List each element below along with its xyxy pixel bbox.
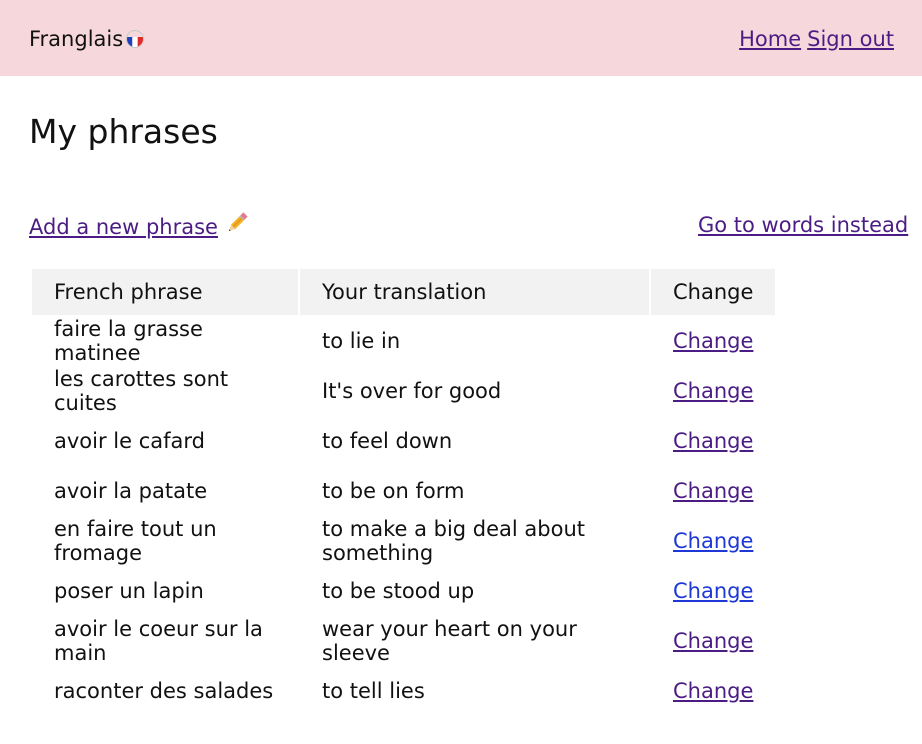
- add-phrase-row: Add a new phrase: [29, 210, 250, 244]
- french-phrase-cell: poser un lapin: [54, 579, 204, 603]
- change-cell: Change: [651, 467, 775, 515]
- phrases-table: French phrase Your translation Change fa…: [30, 267, 777, 717]
- page-title: My phrases: [29, 112, 218, 151]
- go-to-words-link[interactable]: Go to words instead: [698, 213, 908, 237]
- french-phrase-cell: faire la grasse matinee: [54, 317, 203, 365]
- table-row: en faire tout un fromage to make a big d…: [32, 517, 775, 565]
- french-phrase-cell: les carottes sont cuites: [54, 367, 229, 415]
- change-cell: Change: [651, 367, 775, 415]
- change-cell: Change: [651, 317, 775, 365]
- change-link[interactable]: Change: [673, 629, 753, 653]
- france-flag-icon: [127, 31, 144, 47]
- change-link[interactable]: Change: [673, 329, 753, 353]
- french-phrase-cell: raconter des salades: [54, 679, 274, 703]
- change-cell: Change: [651, 417, 775, 465]
- translation-cell: to be stood up: [322, 579, 475, 603]
- column-header-change: Change: [651, 269, 776, 315]
- french-phrase-cell: avoir le coeur sur la main: [54, 617, 263, 665]
- add-phrase-link[interactable]: Add a new phrase: [29, 215, 218, 239]
- translation-cell: to feel down: [322, 429, 453, 453]
- french-phrase-cell: avoir le cafard: [54, 429, 205, 453]
- top-navbar: Franglais Home Sign out: [0, 0, 922, 76]
- translation-cell: to tell lies: [322, 679, 425, 703]
- table-row: avoir le cafard to feel down Change: [32, 417, 775, 465]
- switch-view-row: Go to words instead: [698, 210, 908, 240]
- pencil-icon: [224, 210, 250, 244]
- change-link[interactable]: Change: [673, 529, 753, 553]
- home-link[interactable]: Home: [739, 27, 801, 51]
- change-link[interactable]: Change: [673, 429, 753, 453]
- brand-name[interactable]: Franglais: [29, 27, 123, 51]
- column-header-french: French phrase: [32, 269, 298, 315]
- change-link[interactable]: Change: [673, 479, 753, 503]
- french-phrase-cell: en faire tout un fromage: [54, 517, 217, 565]
- change-link[interactable]: Change: [673, 679, 753, 703]
- top-nav-links: Home Sign out: [733, 24, 894, 54]
- table-header-row: French phrase Your translation Change: [32, 269, 776, 315]
- table-row: avoir le coeur sur la main wear your hea…: [32, 617, 775, 665]
- french-phrase-cell: avoir la patate: [54, 479, 208, 503]
- table-row: les carottes sont cuites It's over for g…: [32, 367, 775, 415]
- column-header-translation: Your translation: [300, 269, 649, 315]
- table-row: raconter des salades to tell lies Change: [32, 667, 775, 715]
- table-row: faire la grasse matinee to lie in Change: [32, 317, 775, 365]
- translation-cell: to make a big deal about something: [322, 517, 586, 565]
- change-cell: Change: [651, 667, 775, 715]
- translation-cell: wear your heart on your sleeve: [322, 617, 577, 665]
- sign-out-link[interactable]: Sign out: [807, 27, 894, 51]
- change-cell: Change: [651, 617, 775, 665]
- translation-cell: to be on form: [322, 479, 465, 503]
- change-link[interactable]: Change: [673, 579, 753, 603]
- change-link[interactable]: Change: [673, 379, 753, 403]
- change-cell: Change: [651, 567, 775, 615]
- brand[interactable]: Franglais: [29, 24, 144, 54]
- table-row: avoir la patate to be on form Change: [32, 467, 775, 515]
- translation-cell: to lie in: [322, 329, 401, 353]
- translation-cell: It's over for good: [322, 379, 502, 403]
- change-cell: Change: [651, 517, 775, 565]
- table-row: poser un lapin to be stood up Change: [32, 567, 775, 615]
